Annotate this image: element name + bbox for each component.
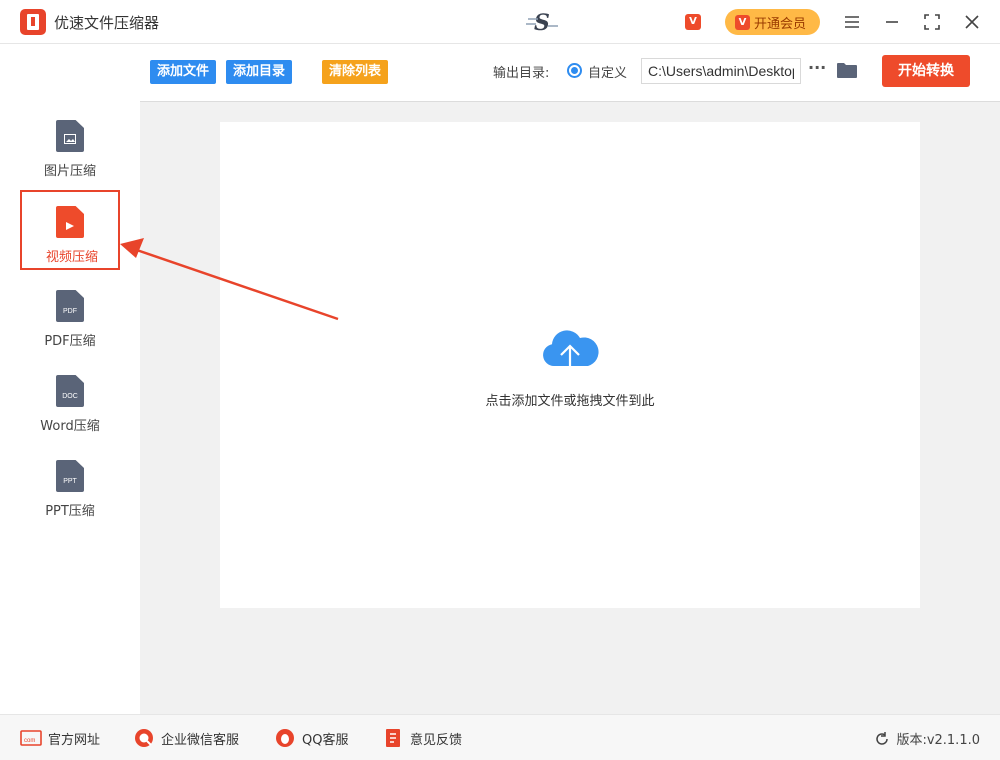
open-vip-button[interactable]: V 开通会员 bbox=[725, 9, 820, 35]
sidebar-item-word[interactable]: DOC Word压缩 bbox=[20, 375, 120, 455]
output-dir-label: 输出目录: bbox=[493, 66, 550, 81]
sidebar-item-ppt[interactable]: PPT PPT压缩 bbox=[20, 460, 120, 540]
close-icon[interactable] bbox=[960, 10, 984, 34]
custom-radio-label: 自定义 bbox=[588, 66, 628, 81]
sidebar-item-label: 视频压缩 bbox=[45, 250, 98, 265]
doc-badge: DOC bbox=[62, 393, 78, 400]
website-link[interactable]: com 官方网址 bbox=[20, 728, 100, 748]
sidebar-item-label: 图片压缩 bbox=[43, 164, 96, 179]
sidebar: 图片压缩 视频压缩 PDF PDF压缩 DOC Word压缩 PPT PPT压缩 bbox=[0, 44, 140, 714]
feedback-icon bbox=[386, 729, 400, 747]
ppt-file-icon: PPT bbox=[56, 460, 84, 492]
footer: com 官方网址 企业微信客服 QQ客服 意见反馈 版本:v2.1.1.0 bbox=[0, 714, 1000, 760]
sidebar-item-label: PDF压缩 bbox=[44, 334, 96, 349]
custom-radio[interactable] bbox=[567, 63, 582, 78]
sidebar-item-label: Word压缩 bbox=[40, 419, 100, 434]
brand-s-logo-icon: S bbox=[526, 10, 558, 34]
wechat-service-link[interactable]: 企业微信客服 bbox=[133, 728, 239, 748]
main-area: 点击添加文件或拖拽文件到此 bbox=[140, 102, 1000, 714]
app-title: 优速文件压缩器 bbox=[54, 14, 160, 32]
sidebar-item-video[interactable]: 视频压缩 bbox=[20, 190, 120, 270]
pdf-file-icon: PDF bbox=[56, 290, 84, 322]
svg-text:com: com bbox=[24, 738, 35, 744]
svg-text:S: S bbox=[534, 10, 550, 34]
ppt-badge: PPT bbox=[63, 478, 77, 485]
feedback-label: 意见反馈 bbox=[410, 732, 463, 748]
app-logo-icon bbox=[20, 9, 46, 35]
drop-hint-text: 点击添加文件或拖拽文件到此 bbox=[485, 394, 655, 409]
sidebar-item-label: PPT压缩 bbox=[45, 504, 95, 519]
image-file-icon bbox=[56, 120, 84, 152]
toolbar: 添加文件 添加目录 清除列表 输出目录: 自定义 ··· 开始转换 bbox=[140, 44, 1000, 102]
minimize-icon[interactable] bbox=[880, 10, 904, 34]
file-drop-zone[interactable]: 点击添加文件或拖拽文件到此 bbox=[220, 122, 920, 608]
qq-icon bbox=[276, 729, 294, 747]
pdf-badge: PDF bbox=[63, 308, 77, 315]
website-icon: com bbox=[20, 730, 42, 746]
open-vip-label: 开通会员 bbox=[754, 16, 807, 32]
sidebar-item-image[interactable]: 图片压缩 bbox=[20, 120, 120, 200]
title-bar: 优速文件压缩器 S V V 开通会员 bbox=[0, 0, 1000, 44]
qq-label: QQ客服 bbox=[302, 732, 349, 748]
add-file-button[interactable]: 添加文件 bbox=[150, 60, 217, 84]
clear-list-button[interactable]: 清除列表 bbox=[322, 60, 389, 84]
video-file-icon bbox=[56, 206, 84, 238]
start-convert-button[interactable]: 开始转换 bbox=[882, 55, 970, 87]
maximize-icon[interactable] bbox=[920, 10, 944, 34]
vip-icon[interactable]: V bbox=[685, 14, 701, 30]
refresh-icon[interactable] bbox=[874, 731, 890, 747]
menu-icon[interactable] bbox=[840, 10, 864, 34]
version-label: 版本:v2.1.1.0 bbox=[896, 733, 980, 748]
doc-file-icon: DOC bbox=[56, 375, 84, 407]
output-path-input[interactable] bbox=[641, 58, 801, 84]
website-label: 官方网址 bbox=[48, 732, 101, 748]
sidebar-item-pdf[interactable]: PDF PDF压缩 bbox=[20, 290, 120, 370]
wechat-label: 企业微信客服 bbox=[161, 732, 240, 748]
version-info: 版本:v2.1.1.0 bbox=[874, 729, 980, 748]
feedback-link[interactable]: 意见反馈 bbox=[382, 728, 462, 748]
browse-more-button[interactable]: ··· bbox=[808, 58, 826, 77]
vip-badge-icon: V bbox=[735, 14, 750, 30]
wechat-icon bbox=[135, 729, 153, 747]
qq-service-link[interactable]: QQ客服 bbox=[274, 728, 348, 748]
cloud-upload-icon bbox=[543, 330, 599, 378]
folder-icon[interactable] bbox=[837, 62, 857, 78]
add-directory-button[interactable]: 添加目录 bbox=[226, 60, 293, 84]
